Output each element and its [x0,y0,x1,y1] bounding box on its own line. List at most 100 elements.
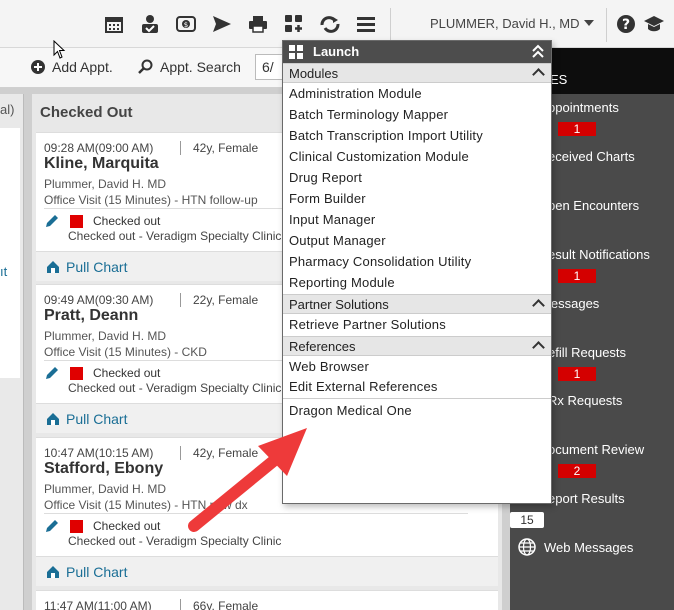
chevron-up-icon [532,341,545,354]
web-messages-label: Web Messages [544,539,634,555]
svg-text:?: ? [622,17,630,33]
sidebar-item-open-encounters[interactable]: pen Encounters [548,198,639,213]
menu-item-batch-transcription-import[interactable]: Batch Transcription Import Utility [289,128,483,143]
count-badge: 2 [558,464,596,478]
pull-chart-button[interactable]: Pull Chart [46,259,127,275]
visit-type: Office Visit (15 Minutes) - HTN follow-u… [44,193,258,207]
appointment-time: 10:47 AM(10:15 AM) [44,446,154,460]
grid-icon [289,45,303,59]
double-chevron-up-icon[interactable] [531,43,545,62]
add-appt-label: Add Appt. [52,59,113,75]
toolbar-divider [606,8,607,42]
sidebar-item-web-messages[interactable]: Web Messages [518,538,633,556]
menu-item-drug-report[interactable]: Drug Report [289,170,362,185]
help-icon[interactable]: ? [614,12,638,36]
money-icon[interactable]: $ [174,12,198,36]
left-column-link[interactable]: ıt [0,264,7,279]
divider [44,513,468,514]
count-badge: 1 [558,367,596,381]
section-title: Partner Solutions [289,297,389,312]
appointment-card[interactable]: 11:47 AM(11:00 AM) 66y, Female [36,590,498,610]
menu-item-retrieve-partner-solutions[interactable]: Retrieve Partner Solutions [289,317,446,332]
printer-icon[interactable] [246,12,270,36]
status-color-square [70,519,83,533]
menu-item-form-builder[interactable]: Form Builder [289,191,366,206]
menu-item-administration-module[interactable]: Administration Module [289,86,422,101]
sidebar-item-report-results[interactable]: eport Results [548,491,625,506]
status-row: Checked out [44,518,160,534]
launch-title: Launch [313,44,360,59]
sidebar-header-label: ES [550,72,568,87]
menu-item-input-manager[interactable]: Input Manager [289,212,375,227]
education-icon[interactable] [642,12,666,36]
appointment-time: 09:49 AM(09:30 AM) [44,293,154,307]
plus-circle-icon [31,60,45,74]
launch-menu-header: Launch [283,41,551,63]
patient-age-sex: 66y, Female [180,599,258,610]
svg-text:$: $ [184,21,188,29]
home-icon [47,566,59,578]
menu-item-output-manager[interactable]: Output Manager [289,233,386,248]
menu-item-reporting-module[interactable]: Reporting Module [289,275,395,290]
section-header-partner-solutions[interactable]: Partner Solutions [283,294,551,314]
visit-type: Office Visit (15 Minutes) - HTN new dx [44,498,248,512]
sidebar-item-received-charts[interactable]: eceived Charts [548,149,635,164]
appt-search-button[interactable]: Appt. Search [138,59,241,75]
count-badge: 1 [558,122,596,136]
section-title: Modules [289,66,339,81]
patient-age-sex: 22y, Female [180,293,258,307]
pull-chart-label: Pull Chart [66,411,128,427]
menu-item-batch-terminology-mapper[interactable]: Batch Terminology Mapper [289,107,448,122]
launch-menu: Launch Modules Administration Module Bat… [282,40,552,504]
toolbar-divider [390,8,391,42]
pencil-icon[interactable] [44,518,60,534]
pull-chart-label: Pull Chart [66,259,128,275]
user-name-menu[interactable]: PLUMMER, David H., MD [430,16,580,31]
section-header-references[interactable]: References [283,336,551,356]
send-icon[interactable] [210,12,234,36]
add-appt-button[interactable]: Add Appt. [30,59,113,75]
menu-icon[interactable] [354,12,378,36]
pencil-icon[interactable] [44,213,60,229]
patient-name[interactable]: Stafford, Ebony [44,460,163,478]
appointment-time: 11:47 AM(11:00 AM) [44,599,152,610]
refresh-sync-icon[interactable] [318,12,342,36]
status-color-square [70,214,83,228]
date-field[interactable]: 6/ [255,54,285,80]
patient-name[interactable]: Pratt, Deann [44,307,138,325]
sidebar-item-result-notifications[interactable]: esult Notifications [548,247,650,262]
menu-item-dragon-medical-one[interactable]: Dragon Medical One [289,403,412,418]
home-icon [47,261,59,273]
pencil-icon[interactable] [44,365,60,381]
pull-chart-button[interactable]: Pull Chart [46,411,127,427]
sidebar-item-document-review[interactable]: ocument Review [548,442,644,457]
menu-item-edit-external-references[interactable]: Edit External References [289,379,438,394]
mouse-cursor-icon [53,40,66,59]
pull-chart-button[interactable]: Pull Chart [46,564,127,580]
menu-item-pharmacy-consolidation[interactable]: Pharmacy Consolidation Utility [289,254,471,269]
section-title: References [289,339,356,354]
sidebar-item-refill-requests[interactable]: efill Requests [548,345,626,360]
sidebar-item-appointments[interactable]: ppointments [548,100,619,115]
task-user-icon[interactable] [138,12,162,36]
apps-add-icon[interactable] [282,12,306,36]
sidebar-item-rx-requests[interactable]: Rx Requests [548,393,622,408]
menu-item-web-browser[interactable]: Web Browser [289,359,369,374]
section-header-modules[interactable]: Modules [283,63,551,83]
status-row: Checked out [44,213,160,229]
status-detail: Checked out - Veradigm Specialty Clinic [68,229,282,243]
left-column-body [0,128,20,378]
calendar-icon[interactable] [102,12,126,36]
chevron-up-icon [532,68,545,81]
status-label: Checked out [93,214,161,228]
chevron-up-icon [532,299,545,312]
sidebar-item-messages[interactable]: lessages [548,296,599,311]
patient-name[interactable]: Kline, Marquita [44,155,159,173]
chevron-down-icon[interactable] [584,20,594,26]
menu-divider [283,398,551,399]
status-color-square [70,366,83,380]
patient-age-sex: 42y, Female [180,446,258,460]
menu-item-clinical-customization[interactable]: Clinical Customization Module [289,149,469,164]
left-column-header: al) [0,102,15,117]
status-detail: Checked out - Veradigm Specialty Clinic [68,381,282,395]
